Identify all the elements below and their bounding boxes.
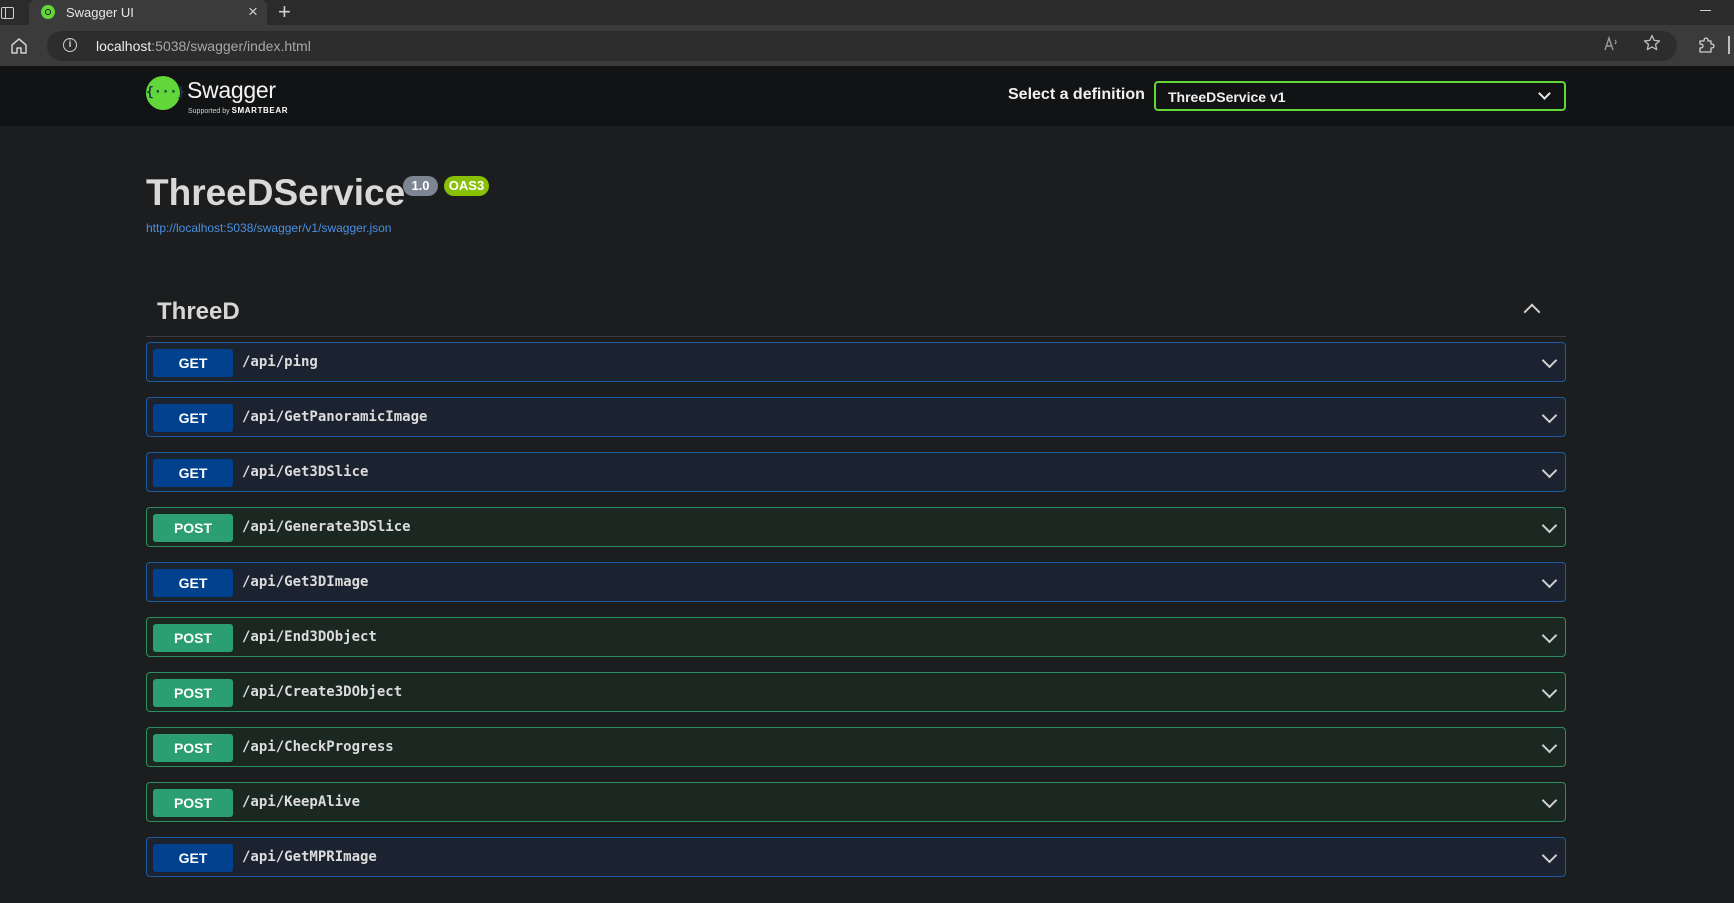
method-badge: POST: [153, 734, 233, 762]
chevron-down-icon[interactable]: [1541, 737, 1558, 754]
site-info-icon[interactable]: i: [63, 38, 77, 52]
chevron-down-icon[interactable]: [1541, 682, 1558, 699]
definition-select[interactable]: ThreeDService v1: [1154, 81, 1566, 111]
method-badge: GET: [153, 569, 233, 597]
chevron-down-icon[interactable]: [1541, 627, 1558, 644]
tag-name: ThreeD: [157, 298, 240, 325]
method-badge: POST: [153, 679, 233, 707]
method-badge: GET: [153, 404, 233, 432]
method-badge: GET: [153, 349, 233, 377]
chevron-down-icon[interactable]: [1541, 352, 1558, 369]
operation-path: /api/Generate3DSlice: [242, 519, 411, 535]
operation-path: /api/CheckProgress: [242, 739, 394, 755]
tab-title: Swagger UI: [66, 5, 134, 20]
url-text[interactable]: localhost:5038/swagger/index.html: [96, 38, 311, 54]
operation-path: /api/ping: [242, 354, 318, 370]
oas-badge: OAS3: [444, 176, 489, 196]
operation-path: /api/GetMPRImage: [242, 849, 377, 865]
chevron-down-icon: [1538, 87, 1551, 100]
home-icon[interactable]: [10, 37, 28, 55]
url-field[interactable]: i localhost:5038/swagger/index.html: [47, 31, 1677, 61]
swagger-logo[interactable]: {···} Swagger Supported by SMARTBEAR: [146, 76, 296, 118]
swagger-logo-subtitle: Supported by SMARTBEAR: [188, 106, 289, 115]
spec-json-link[interactable]: http://localhost:5038/swagger/v1/swagger…: [146, 221, 391, 235]
method-badge: GET: [153, 844, 233, 872]
chevron-down-icon[interactable]: [1541, 517, 1558, 534]
read-aloud-icon[interactable]: [1603, 36, 1621, 52]
api-title: ThreeDService: [146, 172, 406, 213]
operation-row[interactable]: GET /api/Get3DImage: [146, 562, 1566, 602]
operation-row[interactable]: POST /api/End3DObject: [146, 617, 1566, 657]
browser-tab-bar: Swagger UI × +: [0, 0, 1734, 25]
method-badge: POST: [153, 789, 233, 817]
swagger-logo-icon: {···}: [146, 76, 185, 110]
chevron-down-icon[interactable]: [1541, 407, 1558, 424]
operation-row[interactable]: GET /api/ping: [146, 342, 1566, 382]
operation-path: /api/Get3DSlice: [242, 464, 369, 480]
operation-path: /api/Create3DObject: [242, 684, 403, 700]
swagger-favicon-icon: [41, 5, 55, 19]
window-edge: [1728, 36, 1730, 54]
operation-row[interactable]: GET /api/GetMPRImage: [146, 837, 1566, 877]
chevron-down-icon[interactable]: [1541, 792, 1558, 809]
chevron-down-icon[interactable]: [1541, 847, 1558, 864]
operation-row[interactable]: POST /api/Generate3DSlice: [146, 507, 1566, 547]
new-tab-button[interactable]: +: [278, 0, 291, 24]
operation-path: /api/KeepAlive: [242, 794, 361, 810]
swagger-logo-text: Swagger: [187, 77, 276, 103]
operation-path: /api/End3DObject: [242, 629, 377, 645]
version-badge: 1.0: [403, 176, 438, 196]
definition-selected-value: ThreeDService v1: [1168, 89, 1286, 105]
method-badge: POST: [153, 624, 233, 652]
definition-label: Select a definition: [1008, 86, 1145, 103]
operation-row[interactable]: GET /api/Get3DSlice: [146, 452, 1566, 492]
chevron-down-icon[interactable]: [1541, 572, 1558, 589]
operation-row[interactable]: POST /api/CheckProgress: [146, 727, 1566, 767]
swagger-topbar: {···} Swagger Supported by SMARTBEAR Sel…: [0, 66, 1734, 126]
chevron-up-icon[interactable]: [1523, 303, 1541, 321]
operation-path: /api/GetPanoramicImage: [242, 409, 428, 425]
method-badge: GET: [153, 459, 233, 487]
operation-row[interactable]: POST /api/KeepAlive: [146, 782, 1566, 822]
favorite-star-icon[interactable]: [1643, 34, 1661, 52]
address-bar: i localhost:5038/swagger/index.html: [0, 25, 1734, 66]
extensions-icon[interactable]: [1697, 36, 1715, 54]
method-badge: POST: [153, 514, 233, 542]
browser-tab[interactable]: Swagger UI ×: [29, 0, 267, 25]
tag-section-header[interactable]: ThreeD: [146, 290, 1566, 337]
operation-path: /api/Get3DImage: [242, 574, 369, 590]
operation-row[interactable]: POST /api/Create3DObject: [146, 672, 1566, 712]
tab-actions-icon[interactable]: [0, 3, 16, 21]
tab-close-icon[interactable]: ×: [248, 2, 258, 22]
minimize-icon[interactable]: [1700, 10, 1711, 11]
chevron-down-icon[interactable]: [1541, 462, 1558, 479]
operation-row[interactable]: GET /api/GetPanoramicImage: [146, 397, 1566, 437]
